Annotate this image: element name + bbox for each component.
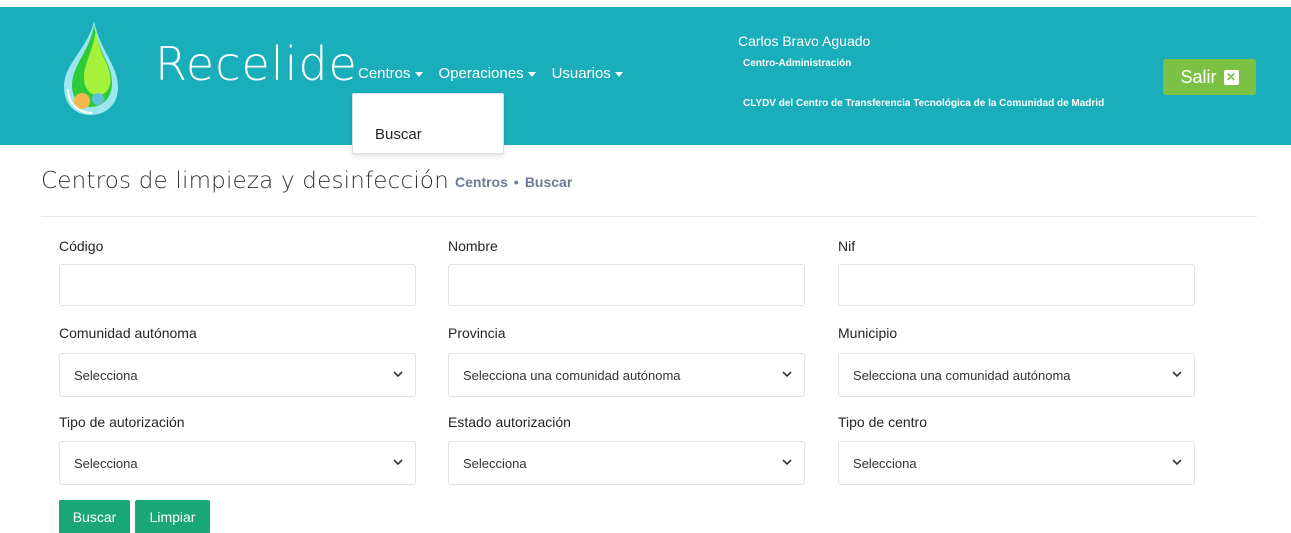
chevron-down-icon xyxy=(782,371,792,378)
caret-down-icon xyxy=(614,71,623,77)
nombre-label: Nombre xyxy=(448,238,498,254)
search-button[interactable]: Buscar xyxy=(59,500,130,533)
comunidad-label: Comunidad autónoma xyxy=(59,325,197,341)
municipio-select[interactable]: Selecciona una comunidad autónoma xyxy=(838,353,1195,397)
caret-down-icon xyxy=(527,71,536,77)
codigo-input[interactable] xyxy=(59,264,416,306)
nav-usuarios-label: Usuarios xyxy=(551,65,611,82)
chevron-down-icon xyxy=(782,459,792,466)
logout-label: Salir xyxy=(1180,66,1217,87)
estado-autorizacion-selected: Selecciona xyxy=(463,455,527,471)
user-organization: CLYDV del Centro de Transferencia Tecnol… xyxy=(743,98,1105,109)
breadcrumb: Centros • Buscar xyxy=(455,174,572,190)
tipo-autorizacion-select[interactable]: Selecciona xyxy=(59,441,416,485)
chevron-down-icon xyxy=(1172,371,1182,378)
tipo-autorizacion-label: Tipo de autorización xyxy=(59,414,185,430)
centros-dropdown-menu: Buscar xyxy=(352,93,504,154)
nav-operaciones-label: Operaciones xyxy=(438,65,524,82)
provincia-selected: Selecciona una comunidad autónoma xyxy=(463,367,681,383)
close-icon: ✕ xyxy=(1223,69,1239,85)
chevron-down-icon xyxy=(1172,459,1182,466)
dropdown-item-buscar[interactable]: Buscar xyxy=(375,126,422,143)
nav-operaciones[interactable]: Operaciones xyxy=(439,65,536,82)
clear-button[interactable]: Limpiar xyxy=(135,500,210,533)
municipio-label: Municipio xyxy=(838,325,898,341)
page-title: Centros de limpieza y desinfección xyxy=(41,168,449,194)
caret-down-icon xyxy=(414,71,423,77)
tipo-autorizacion-selected: Selecciona xyxy=(74,455,138,471)
nombre-input[interactable] xyxy=(448,264,805,306)
nav-centros[interactable]: Centros xyxy=(358,65,423,82)
comunidad-select[interactable]: Selecciona xyxy=(59,353,416,397)
provincia-select[interactable]: Selecciona una comunidad autónoma xyxy=(448,353,805,397)
estado-autorizacion-label: Estado autorización xyxy=(448,414,571,430)
chevron-down-icon xyxy=(393,371,403,378)
recelide-logo-icon xyxy=(64,21,118,115)
breadcrumb-centros[interactable]: Centros xyxy=(455,174,508,190)
breadcrumb-separator: • xyxy=(513,174,519,190)
provincia-label: Provincia xyxy=(448,325,506,341)
breadcrumb-buscar: Buscar xyxy=(524,174,573,190)
nav-usuarios[interactable]: Usuarios xyxy=(552,65,623,82)
logout-button[interactable]: Salir ✕ xyxy=(1163,59,1256,95)
chevron-down-icon xyxy=(393,459,403,466)
tipo-centro-label: Tipo de centro xyxy=(838,414,927,430)
nav-centros-label: Centros xyxy=(358,65,411,82)
municipio-selected: Selecciona una comunidad autónoma xyxy=(853,367,1071,383)
user-role: Centro-Administración xyxy=(743,58,852,69)
nif-label: Nif xyxy=(838,238,856,254)
tipo-centro-selected: Selecciona xyxy=(853,455,917,471)
user-name: Carlos Bravo Aguado xyxy=(738,33,871,49)
tipo-centro-select[interactable]: Selecciona xyxy=(838,441,1195,485)
main-nav: Centros Operaciones Usuarios xyxy=(358,65,639,82)
comunidad-selected: Selecciona xyxy=(74,367,138,383)
brand-name[interactable]: Recelide xyxy=(155,37,358,91)
codigo-label: Código xyxy=(59,238,104,254)
estado-autorizacion-select[interactable]: Selecciona xyxy=(448,441,805,485)
divider xyxy=(41,216,1257,217)
nif-input[interactable] xyxy=(838,264,1195,306)
app-header: Recelide Centros Operaciones Usuarios Ca… xyxy=(0,7,1291,145)
